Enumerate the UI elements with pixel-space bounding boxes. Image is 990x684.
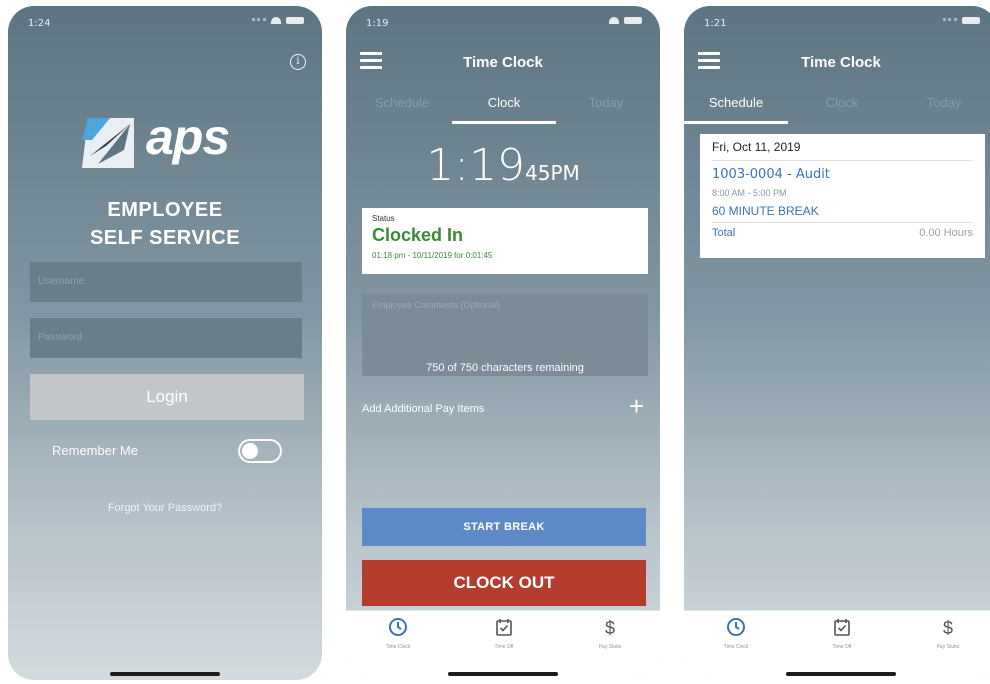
tab-today[interactable]: Today xyxy=(892,94,990,124)
clock-out-button[interactable]: CLOCK OUT xyxy=(362,560,646,606)
total-hours: 0.00 Hours xyxy=(919,227,973,239)
wifi-icon xyxy=(271,17,281,24)
schedule-screen: 1:21 Time Clock Schedule Clock Today Fri… xyxy=(684,6,990,680)
current-time: 1:1945PM xyxy=(346,140,660,191)
status-bar: 1:24 xyxy=(8,6,322,42)
clock-icon xyxy=(727,618,745,636)
aps-logo: aps xyxy=(80,109,250,172)
aps-logo-mark-icon xyxy=(82,118,134,168)
nav-pay-stubs[interactable]: $ Pay Stubs xyxy=(918,617,978,650)
clock-seconds-ampm: 45PM xyxy=(525,161,580,185)
signal-icon xyxy=(252,17,266,24)
wifi-icon xyxy=(609,17,619,24)
characters-remaining: 750 of 750 characters remaining xyxy=(426,362,584,374)
schedule-break: 60 MINUTE BREAK xyxy=(712,204,973,223)
dollar-icon: $ xyxy=(605,618,615,637)
tab-schedule-label: Schedule xyxy=(708,95,764,110)
login-button[interactable]: Login xyxy=(30,374,304,420)
schedule-total-row: Total 0.00 Hours xyxy=(712,227,973,239)
home-indicator xyxy=(786,672,896,676)
clock-hours-minutes: 1:19 xyxy=(426,140,526,191)
forgot-password-link[interactable]: Forgot Your Password? xyxy=(8,502,322,514)
remember-me-label: Remember Me xyxy=(52,443,138,458)
tab-schedule[interactable]: Schedule xyxy=(684,94,788,124)
bottom-nav: Time Clock Time Off $ Pay Stubs xyxy=(346,610,660,680)
active-tab-indicator xyxy=(452,121,556,124)
app-title-line1: EMPLOYEE xyxy=(107,199,223,221)
nav-time-off[interactable]: Time Off xyxy=(474,617,534,650)
nav-pay-stubs[interactable]: $ Pay Stubs xyxy=(580,617,640,650)
dollar-icon: $ xyxy=(943,618,953,637)
remember-me-toggle[interactable] xyxy=(238,439,282,463)
status-time: 1:24 xyxy=(28,18,51,29)
total-label: Total xyxy=(712,227,736,239)
battery-icon xyxy=(962,17,980,24)
nav-label: Time Off xyxy=(494,644,514,650)
status-bar: 1:19 xyxy=(346,6,660,42)
battery-icon xyxy=(286,17,304,24)
status-icons xyxy=(609,17,642,24)
nav-label: Pay Stubs xyxy=(936,644,960,650)
tab-clock[interactable]: Clock xyxy=(790,94,894,124)
status-bar: 1:21 xyxy=(684,6,990,42)
nav-time-clock[interactable]: Time Clock xyxy=(368,617,428,650)
calendar-check-icon xyxy=(834,619,850,636)
app-title-line2: SELF SERVICE xyxy=(89,227,241,249)
app-title: EMPLOYEE SELF SERVICE xyxy=(8,196,322,252)
nav-label: Pay Stubs xyxy=(598,644,622,650)
schedule-date: Fri, Oct 11, 2019 xyxy=(712,140,973,161)
status-icons xyxy=(943,17,980,24)
nav-label: Time Clock xyxy=(723,644,749,650)
tab-clock-label: Clock xyxy=(487,95,521,110)
nav-label: Time Clock xyxy=(385,644,411,650)
info-icon[interactable]: i xyxy=(290,54,306,70)
clock-icon xyxy=(389,618,407,636)
calendar-check-icon xyxy=(496,619,512,636)
svg-text:$: $ xyxy=(605,618,615,637)
tab-today[interactable]: Today xyxy=(554,94,658,124)
active-tab-indicator xyxy=(684,121,788,124)
nav-label: Time Off xyxy=(832,644,852,650)
status-time: 1:21 xyxy=(704,18,727,29)
battery-icon xyxy=(624,17,642,24)
screen-title: Time Clock xyxy=(463,54,543,71)
signal-icon xyxy=(943,17,957,24)
svg-text:$: $ xyxy=(943,618,953,637)
status-card: Status Clocked In 01:18 pm - 10/11/2019 … xyxy=(362,208,648,274)
add-pay-items-label[interactable]: Add Additional Pay Items xyxy=(362,403,484,415)
home-indicator xyxy=(110,672,220,676)
status-detail: 01:18 pm - 10/11/2019 for 0:01:45 xyxy=(372,251,493,260)
nav-time-off[interactable]: Time Off xyxy=(812,617,872,650)
schedule-job: 1003-0004 - Audit xyxy=(712,167,830,182)
comments-placeholder: Employee Comments (Optional) xyxy=(372,300,501,310)
schedule-card[interactable]: Fri, Oct 11, 2019 1003-0004 - Audit 8:00… xyxy=(700,134,985,258)
comments-input[interactable]: Employee Comments (Optional) 750 of 750 … xyxy=(362,294,648,376)
nav-time-clock[interactable]: Time Clock xyxy=(706,617,766,650)
tab-clock[interactable]: Clock xyxy=(452,94,556,124)
password-field[interactable]: Password xyxy=(30,318,302,358)
start-break-button[interactable]: START BREAK xyxy=(362,508,646,546)
status-icons xyxy=(252,17,304,24)
username-field[interactable]: Username xyxy=(30,262,302,302)
status-label: Status xyxy=(372,214,395,223)
tab-bar: Schedule Clock Today xyxy=(346,94,660,124)
status-time: 1:19 xyxy=(366,18,389,29)
plus-icon[interactable]: + xyxy=(629,393,644,419)
status-value: Clocked In xyxy=(372,225,464,245)
bottom-nav: Time Clock Time Off $ Pay Stubs xyxy=(684,610,990,680)
tab-bar: Schedule Clock Today xyxy=(684,94,990,124)
tab-schedule[interactable]: Schedule xyxy=(350,94,454,124)
toggle-knob xyxy=(242,443,258,459)
home-indicator xyxy=(448,672,558,676)
screen-title: Time Clock xyxy=(801,54,881,71)
schedule-shift-time: 8:00 AM - 5:00 PM xyxy=(712,188,787,198)
logo-text: aps xyxy=(146,109,230,165)
login-screen: 1:24 i aps EMPLOYEE SELF SERVICE Usernam… xyxy=(8,6,322,680)
clock-screen: 1:19 Time Clock Schedule Clock Today 1:1… xyxy=(346,6,660,680)
